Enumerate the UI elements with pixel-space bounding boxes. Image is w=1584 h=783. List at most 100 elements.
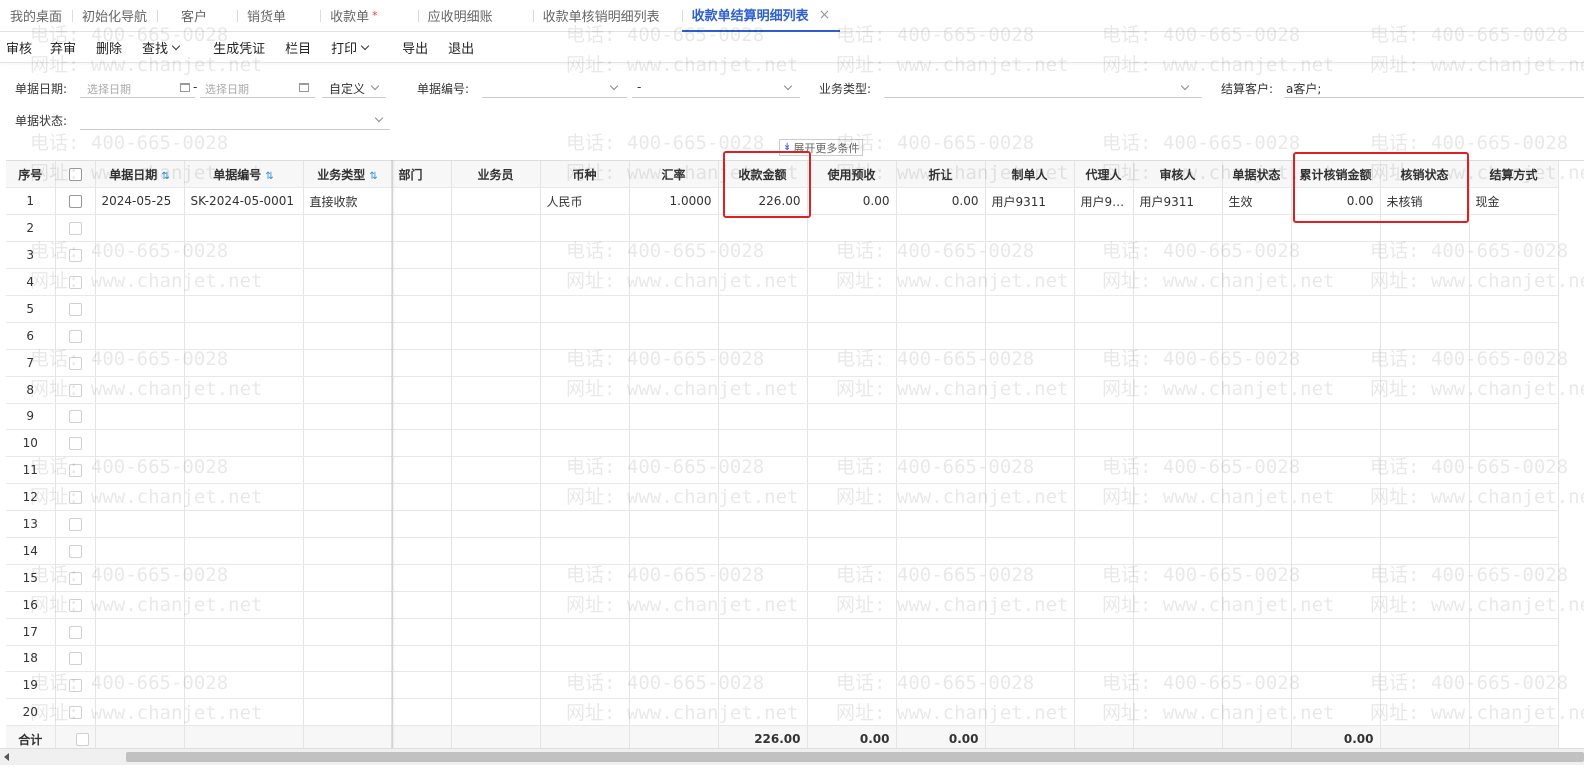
cell-rate[interactable]: [629, 698, 719, 727]
cell-salesman[interactable]: [451, 671, 541, 700]
cell-salesman[interactable]: [451, 241, 541, 270]
cell-maker[interactable]: [985, 376, 1075, 404]
cell-prepay[interactable]: [807, 645, 897, 673]
cell-status[interactable]: [1222, 322, 1292, 350]
cell-no[interactable]: 6: [6, 322, 56, 350]
select-all-checkbox[interactable]: [68, 168, 82, 182]
cell-currency[interactable]: [540, 483, 630, 512]
cell-method[interactable]: [1469, 376, 1559, 404]
scrollbar-thumb[interactable]: [126, 752, 1584, 762]
cell-auditor[interactable]: [1133, 645, 1223, 673]
cell-dept[interactable]: [392, 698, 452, 727]
cell-agent[interactable]: [1074, 376, 1134, 404]
cell-code[interactable]: [184, 349, 304, 377]
cell-biztype[interactable]: [303, 456, 393, 485]
row-checkbox[interactable]: [68, 195, 82, 209]
cell-status[interactable]: 生效: [1222, 187, 1292, 216]
cell-dept[interactable]: [392, 537, 452, 565]
cell-agent[interactable]: [1074, 322, 1134, 350]
row-checkbox[interactable]: [68, 598, 82, 612]
cell-date[interactable]: [95, 403, 185, 431]
close-icon[interactable]: ×: [819, 7, 831, 23]
cell-code[interactable]: [184, 376, 304, 404]
cell-settled[interactable]: [1291, 510, 1381, 538]
tab-receipt[interactable]: 收款单 *: [320, 0, 418, 32]
cell-no[interactable]: 3: [6, 241, 56, 270]
cell-date[interactable]: 2024-05-25: [95, 187, 185, 216]
status-select[interactable]: [80, 110, 390, 130]
cell-date[interactable]: [95, 295, 185, 323]
cell-amount[interactable]: [718, 456, 808, 485]
cell-no[interactable]: 11: [6, 456, 56, 485]
cell-method[interactable]: [1469, 564, 1559, 592]
cell-dept[interactable]: [392, 214, 452, 243]
cell-discount[interactable]: [896, 268, 986, 296]
cell-currency[interactable]: [540, 564, 630, 592]
cell-currency[interactable]: [540, 268, 630, 296]
cell-auditor[interactable]: [1133, 510, 1223, 538]
cell-code[interactable]: [184, 510, 304, 538]
cell-settle-status[interactable]: [1380, 295, 1470, 323]
row-select-cell[interactable]: [55, 376, 96, 404]
cell-amount[interactable]: [718, 510, 808, 538]
cell-discount[interactable]: [896, 456, 986, 485]
cell-dept[interactable]: [392, 645, 452, 673]
cell-discount[interactable]: [896, 295, 986, 323]
cell-currency[interactable]: [540, 671, 630, 700]
row-select-cell[interactable]: [55, 187, 96, 216]
table-row[interactable]: 5: [6, 295, 1559, 323]
cell-settled[interactable]: [1291, 456, 1381, 485]
cell-method[interactable]: [1469, 214, 1559, 243]
cell-dept[interactable]: [392, 295, 452, 323]
cell-status[interactable]: [1222, 403, 1292, 431]
cell-prepay[interactable]: [807, 456, 897, 485]
cell-settle-status[interactable]: [1380, 456, 1470, 485]
cell-code[interactable]: SK-2024-05-0001: [184, 187, 304, 216]
cell-biztype[interactable]: [303, 241, 393, 270]
cell-agent[interactable]: [1074, 671, 1134, 700]
cell-currency[interactable]: [540, 322, 630, 350]
cell-discount[interactable]: [896, 591, 986, 619]
col-header-maker[interactable]: 制单人: [985, 161, 1075, 189]
cell-biztype[interactable]: [303, 295, 393, 323]
cell-rate[interactable]: [629, 618, 719, 646]
cell-currency[interactable]: [540, 456, 630, 485]
cell-no[interactable]: 4: [6, 268, 56, 296]
cell-salesman[interactable]: [451, 618, 541, 646]
cell-agent[interactable]: [1074, 591, 1134, 619]
cell-biztype[interactable]: [303, 268, 393, 296]
table-row[interactable]: 14: [6, 537, 1559, 565]
row-select-cell[interactable]: [55, 564, 96, 592]
cell-agent[interactable]: [1074, 698, 1134, 727]
cell-agent[interactable]: [1074, 645, 1134, 673]
cell-status[interactable]: [1222, 591, 1292, 619]
table-row[interactable]: 18: [6, 645, 1559, 673]
cell-prepay[interactable]: [807, 671, 897, 700]
row-select-cell[interactable]: [55, 295, 96, 323]
cell-salesman[interactable]: [451, 429, 541, 458]
cell-rate[interactable]: [629, 564, 719, 592]
col-header-agent[interactable]: 代理人: [1074, 161, 1134, 189]
cell-maker[interactable]: [985, 456, 1075, 485]
cell-code[interactable]: [184, 429, 304, 458]
cell-date[interactable]: [95, 645, 185, 673]
cell-dept[interactable]: [392, 483, 452, 512]
cell-biztype[interactable]: [303, 618, 393, 646]
tab-sales-order[interactable]: 销货单: [237, 0, 320, 32]
cell-method[interactable]: [1469, 698, 1559, 727]
cell-settled[interactable]: [1291, 671, 1381, 700]
cell-code[interactable]: [184, 295, 304, 323]
sort-icon[interactable]: ⇅: [161, 171, 169, 182]
table-row[interactable]: 12: [6, 483, 1559, 512]
cell-amount[interactable]: [718, 295, 808, 323]
cell-discount[interactable]: [896, 698, 986, 727]
cell-method[interactable]: [1469, 591, 1559, 619]
cell-method[interactable]: [1469, 403, 1559, 431]
cell-settle-status[interactable]: [1380, 510, 1470, 538]
row-select-cell[interactable]: [55, 537, 96, 565]
cell-settle-status[interactable]: [1380, 698, 1470, 727]
cell-no[interactable]: 16: [6, 591, 56, 619]
cell-maker[interactable]: [985, 429, 1075, 458]
cell-code[interactable]: [184, 214, 304, 243]
cell-agent[interactable]: [1074, 564, 1134, 592]
